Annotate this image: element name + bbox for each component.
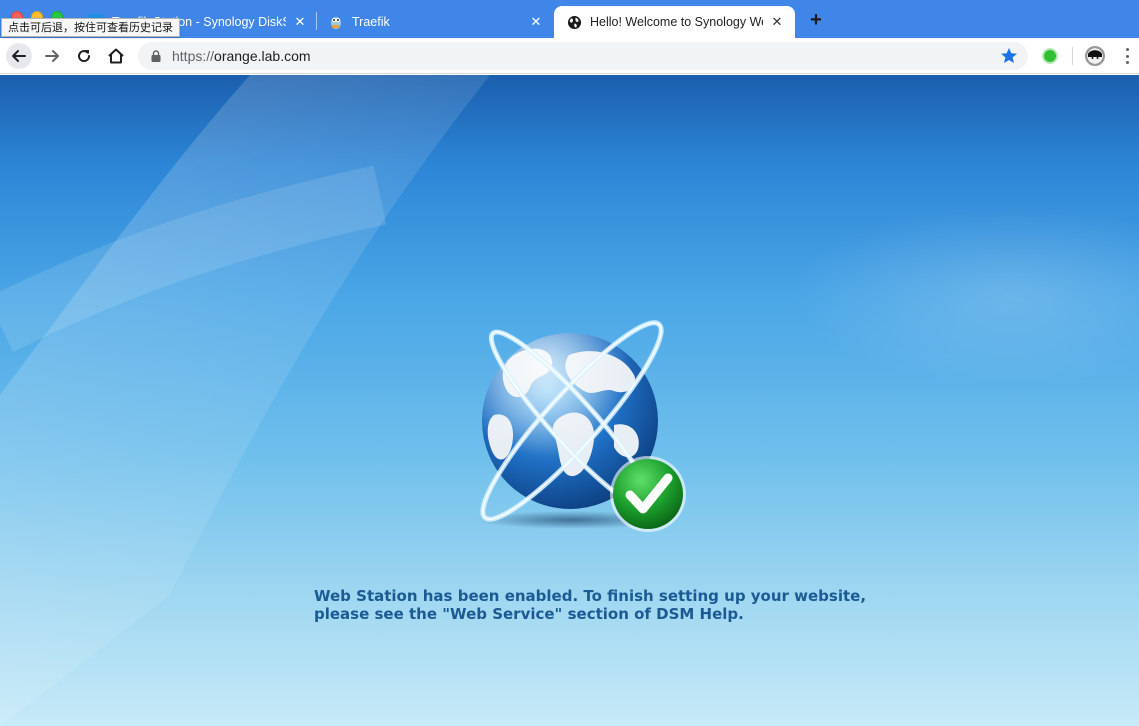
home-button[interactable] — [103, 43, 129, 69]
browser-menu-button[interactable] — [1122, 46, 1132, 66]
message-line-2: please see the "Web Service" section of … — [314, 605, 744, 623]
browser-toolbar: https://orange.lab.com — [0, 38, 1139, 74]
arrow-left-icon — [12, 50, 26, 62]
url-text[interactable]: https://orange.lab.com — [172, 42, 311, 70]
new-tab-button[interactable]: + — [806, 10, 826, 30]
forward-button[interactable] — [39, 43, 65, 69]
close-tab-icon[interactable]: ✕ — [769, 14, 785, 30]
url-scheme: https:// — [172, 48, 215, 64]
address-bar[interactable]: https://orange.lab.com — [138, 42, 1028, 70]
page-content: Web Station has been enabled. To finish … — [0, 75, 1139, 726]
message-line-1: Web Station has been enabled. To finish … — [314, 587, 867, 605]
back-button[interactable] — [6, 43, 32, 69]
reload-button[interactable] — [71, 43, 97, 69]
arrow-right-icon — [45, 50, 59, 62]
tab-traefik[interactable]: Traefik ✕ — [322, 6, 552, 38]
reload-icon — [78, 50, 91, 63]
lock-icon — [151, 50, 161, 62]
home-icon — [108, 48, 124, 64]
tab-title: Traefik — [352, 15, 390, 29]
back-button-tooltip: 点击可后退，按住可查看历史记录 — [1, 18, 180, 37]
globe-icon — [566, 14, 582, 30]
url-host: orange.lab.com — [214, 48, 311, 64]
bookmark-star-icon[interactable] — [999, 46, 1019, 66]
toolbar-separator — [1072, 47, 1073, 65]
check-badge-icon — [610, 456, 686, 532]
globe-icon — [477, 320, 686, 532]
web-station-message: Web Station has been enabled. To finish … — [314, 587, 874, 623]
close-tab-icon[interactable]: ✕ — [528, 14, 544, 30]
tab-separator — [316, 12, 317, 30]
tab-title: Hello! Welcome to Synology Web Station! — [590, 15, 763, 29]
tab-web-station-welcome[interactable]: Hello! Welcome to Synology Web Station! … — [554, 6, 795, 38]
extension-status-icon[interactable] — [1042, 48, 1058, 64]
close-tab-icon[interactable]: ✕ — [292, 14, 308, 30]
profile-avatar[interactable] — [1085, 46, 1105, 66]
traefik-gopher-icon — [328, 14, 344, 30]
